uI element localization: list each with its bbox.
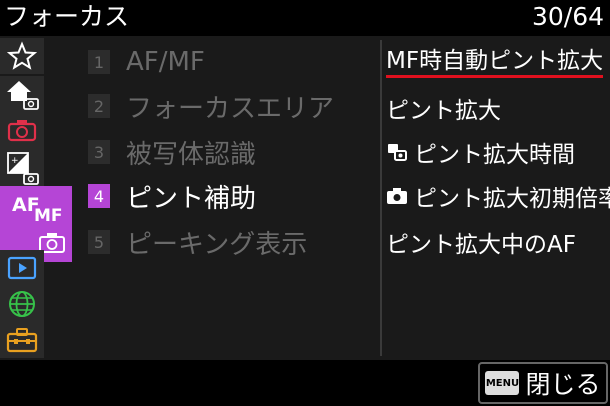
sidebar-item-network[interactable] — [0, 286, 44, 322]
mf-label: MF — [34, 206, 63, 226]
sidebar-item-exposure[interactable]: + — [0, 148, 44, 188]
category-number: 2 — [88, 94, 110, 118]
title-bar: フォーカス 30/64 — [0, 0, 610, 36]
submenu-label: MF時自動ピント拡大 — [386, 47, 604, 78]
submenu-item-focus-magnifier[interactable]: ピント拡大 — [386, 88, 501, 128]
category-number: 5 — [88, 230, 110, 254]
category-number: 3 — [88, 140, 110, 164]
category-label: AF/MF — [126, 47, 205, 77]
camera-icon — [7, 120, 37, 142]
category-label: フォーカスエリア — [126, 93, 335, 124]
submenu-item-mf-auto-magnify[interactable]: MF時自動ピント拡大 — [386, 42, 604, 82]
category-number: 1 — [88, 50, 110, 74]
submenu-item-magnify-time[interactable]: ピント拡大時間 — [386, 132, 575, 172]
close-button[interactable]: MENU 閉じる — [478, 362, 608, 404]
sidebar-item-setup[interactable] — [0, 322, 44, 358]
category-item-focus-area[interactable]: 2 フォーカスエリア — [88, 86, 334, 126]
sidebar-item-playback[interactable] — [0, 250, 44, 286]
movie-still-icon — [388, 144, 407, 161]
submenu-label: ピント拡大 — [386, 98, 501, 124]
exposure-camera-icon: + — [7, 152, 39, 185]
category-label: 被写体認識 — [126, 139, 257, 170]
category-item-subject-recognition[interactable]: 3 被写体認識 — [88, 132, 256, 172]
sidebar-item-main[interactable] — [0, 76, 44, 112]
category-item-peaking-display[interactable]: 5 ピーキング表示 — [88, 222, 307, 262]
toolbox-icon — [6, 328, 38, 353]
submenu-item-af-in-magnify[interactable]: ピント拡大中のAF — [386, 222, 576, 262]
playback-icon — [7, 256, 37, 280]
page-title: フォーカス — [4, 2, 130, 31]
submenu-label: ピント拡大初期倍率 — [414, 186, 610, 212]
sidebar-item-shooting[interactable] — [0, 112, 44, 148]
category-label: ピント補助 — [126, 183, 257, 214]
sidebar-item-my-menu[interactable] — [0, 38, 44, 74]
category-item-af-mf[interactable]: 1 AF/MF — [88, 42, 205, 82]
submenu-label: ピント拡大時間 — [414, 142, 575, 168]
camera-small-icon — [387, 188, 407, 204]
menu-key-icon: MENU — [485, 371, 520, 395]
home-camera-icon — [7, 81, 39, 110]
svg-text:+: + — [11, 156, 19, 166]
category-item-focus-assist[interactable]: 4 ピント補助 — [88, 176, 256, 216]
submenu-label: ピント拡大中のAF — [386, 232, 576, 258]
network-globe-icon — [9, 291, 35, 317]
sidebar: + AF MF — [0, 36, 72, 360]
category-number: 4 — [88, 184, 110, 208]
star-icon — [7, 41, 37, 70]
category-label: ピーキング表示 — [126, 229, 308, 260]
column-divider — [380, 40, 382, 356]
page-counter: 30/64 — [531, 2, 604, 31]
close-label: 閉じる — [525, 370, 601, 399]
submenu-item-initial-magnification[interactable]: ピント拡大初期倍率 — [386, 176, 610, 216]
